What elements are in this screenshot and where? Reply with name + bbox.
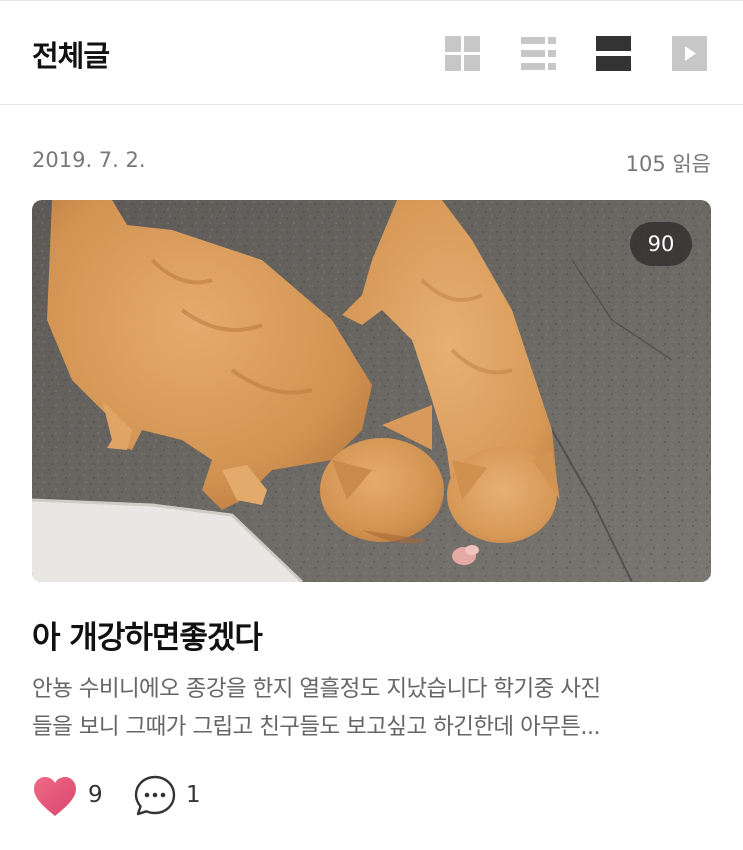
comment-button[interactable] bbox=[133, 774, 177, 818]
post-excerpt[interactable]: 안뇽 수비니에오 종강을 한지 열흘정도 지났습니다 학기중 사진 들을 보니 … bbox=[32, 670, 722, 746]
heart-icon bbox=[34, 777, 76, 816]
play-icon bbox=[672, 36, 707, 71]
card-icon bbox=[596, 36, 631, 71]
header: 전체글 bbox=[0, 1, 743, 105]
speech-bubble-icon bbox=[134, 775, 176, 816]
post-actions: 9 1 bbox=[32, 772, 432, 820]
comment-count: 1 bbox=[186, 782, 201, 808]
excerpt-line: 안뇽 수비니에오 종강을 한지 열흘정도 지났습니다 학기중 사진 bbox=[32, 676, 601, 702]
cats-photo bbox=[32, 200, 711, 582]
list-icon bbox=[521, 37, 556, 70]
photo-count-badge: 90 bbox=[630, 222, 692, 266]
post-title[interactable]: 아 개강하면좋겠다 bbox=[32, 612, 263, 657]
excerpt-line: 들을 보니 그때가 그립고 친구들도 보고싶고 하긴한데 아무튼... bbox=[32, 714, 601, 740]
card-view-button[interactable] bbox=[595, 35, 632, 72]
like-button[interactable] bbox=[32, 776, 78, 818]
view-count: 105 읽음 bbox=[625, 152, 711, 176]
page-title: 전체글 bbox=[32, 39, 110, 73]
like-count: 9 bbox=[88, 782, 103, 808]
slideshow-view-button[interactable] bbox=[671, 35, 708, 72]
grid-icon bbox=[445, 36, 480, 71]
post-meta: 2019. 7. 2. 105 읽음 bbox=[32, 148, 711, 176]
post-photo[interactable] bbox=[32, 200, 711, 582]
grid-view-button[interactable] bbox=[444, 35, 481, 72]
post-date: 2019. 7. 2. bbox=[32, 148, 146, 172]
list-view-button[interactable] bbox=[520, 35, 557, 72]
